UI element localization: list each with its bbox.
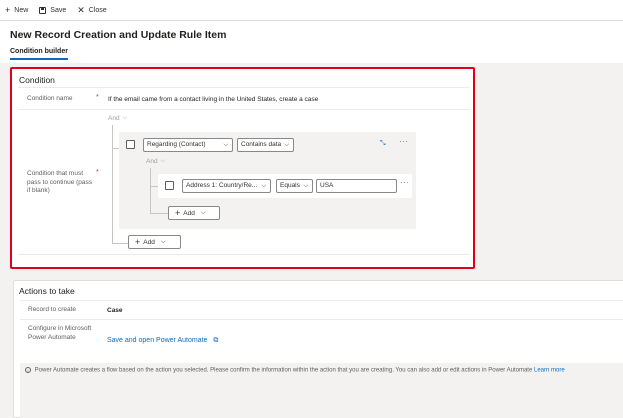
command-bar: + New Save ✕ Close bbox=[0, 0, 623, 21]
group-field-value: Regarding (Contact) bbox=[147, 141, 206, 148]
plus-icon: + bbox=[175, 207, 181, 218]
chevron-down-icon: ⌵ bbox=[200, 209, 206, 216]
chevron-down-icon: ⌵ bbox=[223, 142, 228, 148]
divider bbox=[18, 109, 469, 110]
condition-must-pass-label: Condition that must pass to continue (pa… bbox=[27, 170, 93, 194]
divider bbox=[18, 87, 469, 88]
power-automate-link-text: Save and open Power Automate bbox=[107, 337, 208, 344]
tree-line bbox=[150, 213, 168, 214]
form-header: New Record Creation and Update Rule Item… bbox=[0, 21, 623, 63]
add-label: Add bbox=[183, 209, 195, 217]
condition-row: Address 1: Country/Re... ⌵ Equals ⌵ USA … bbox=[158, 174, 412, 198]
record-to-create-label: Record to create bbox=[28, 306, 77, 313]
group-operator-dropdown[interactable]: Contains data ⌵ bbox=[237, 138, 294, 152]
collapse-icon[interactable]: ⤡ bbox=[380, 140, 386, 148]
tree-line bbox=[150, 168, 151, 214]
external-link-icon: ⧉ bbox=[213, 337, 219, 344]
group-add-button[interactable]: + Add ⌵ bbox=[168, 206, 220, 220]
close-icon: ✕ bbox=[77, 4, 85, 15]
row-more-icon[interactable]: ··· bbox=[400, 178, 410, 187]
required-marker: * bbox=[96, 169, 99, 176]
row-operator-dropdown[interactable]: Equals ⌵ bbox=[276, 179, 313, 193]
info-icon: i bbox=[25, 367, 31, 373]
row-value-input[interactable]: USA bbox=[316, 179, 397, 193]
row-checkbox[interactable] bbox=[165, 181, 174, 190]
group-field-dropdown[interactable]: Regarding (Contact) ⌵ bbox=[143, 138, 233, 152]
chevron-down-icon: ⌵ bbox=[122, 115, 128, 121]
and-label: And bbox=[146, 158, 158, 165]
page-title: New Record Creation and Update Rule Item bbox=[10, 29, 227, 41]
new-label: New bbox=[14, 6, 29, 14]
tree-line bbox=[112, 243, 129, 244]
condition-section: Condition Condition name * If the email … bbox=[10, 67, 475, 269]
condition-name-label: Condition name bbox=[27, 95, 73, 102]
notice-text: Power Automate creates a flow based on t… bbox=[34, 367, 533, 374]
save-label: Save bbox=[50, 6, 67, 14]
outer-and-operator[interactable]: And ⌵ bbox=[108, 115, 127, 122]
close-label: Close bbox=[88, 6, 107, 14]
save-button[interactable]: Save bbox=[39, 6, 67, 14]
condition-section-title: Condition bbox=[19, 75, 55, 85]
group-checkbox[interactable] bbox=[126, 140, 135, 149]
learn-more-link[interactable]: Learn more bbox=[534, 368, 565, 374]
and-label: And bbox=[108, 115, 120, 122]
condition-name-value[interactable]: If the email came from a contact living … bbox=[108, 96, 318, 103]
divider bbox=[20, 300, 623, 301]
actions-section-title: Actions to take bbox=[19, 286, 75, 296]
info-notice: i Power Automate creates a flow based on… bbox=[20, 363, 623, 418]
tree-line bbox=[112, 125, 113, 244]
group-operator-value: Contains data bbox=[241, 141, 282, 148]
row-field-value: Address 1: Country/Re... bbox=[186, 182, 258, 189]
group-more-icon[interactable]: ··· bbox=[399, 137, 409, 146]
chevron-down-icon: ⌵ bbox=[261, 183, 266, 189]
required-marker: * bbox=[96, 94, 99, 101]
power-automate-link[interactable]: Save and open Power Automate ⧉ bbox=[107, 337, 218, 345]
chevron-down-icon: ⌵ bbox=[160, 238, 166, 245]
actions-section: Actions to take Record to create Case Co… bbox=[13, 280, 623, 418]
condition-group: Regarding (Contact) ⌵ Contains data ⌵ ⤡ … bbox=[119, 132, 416, 229]
close-button[interactable]: ✕ Close bbox=[77, 5, 106, 16]
chevron-down-icon: ⌵ bbox=[303, 183, 308, 189]
row-field-dropdown[interactable]: Address 1: Country/Re... ⌵ bbox=[182, 179, 271, 193]
chevron-down-icon: ⌵ bbox=[284, 142, 289, 148]
plus-icon: + bbox=[5, 5, 11, 15]
save-icon bbox=[39, 6, 47, 14]
record-to-create-value: Case bbox=[107, 307, 123, 314]
notice-text-line: i Power Automate creates a flow based on… bbox=[25, 367, 565, 374]
inner-and-operator[interactable]: And ⌵ bbox=[146, 158, 165, 165]
chevron-down-icon: ⌵ bbox=[160, 158, 166, 164]
tab-condition-builder[interactable]: Condition builder bbox=[10, 48, 68, 60]
add-button[interactable]: + Add ⌵ bbox=[128, 235, 181, 249]
plus-icon: + bbox=[135, 236, 141, 247]
configure-label: Configure in Microsoft Power Automate bbox=[28, 325, 92, 341]
row-operator-value: Equals bbox=[280, 182, 300, 189]
new-button[interactable]: + New bbox=[5, 5, 28, 15]
divider bbox=[18, 254, 469, 255]
divider bbox=[20, 319, 623, 320]
add-label: Add bbox=[143, 238, 155, 246]
